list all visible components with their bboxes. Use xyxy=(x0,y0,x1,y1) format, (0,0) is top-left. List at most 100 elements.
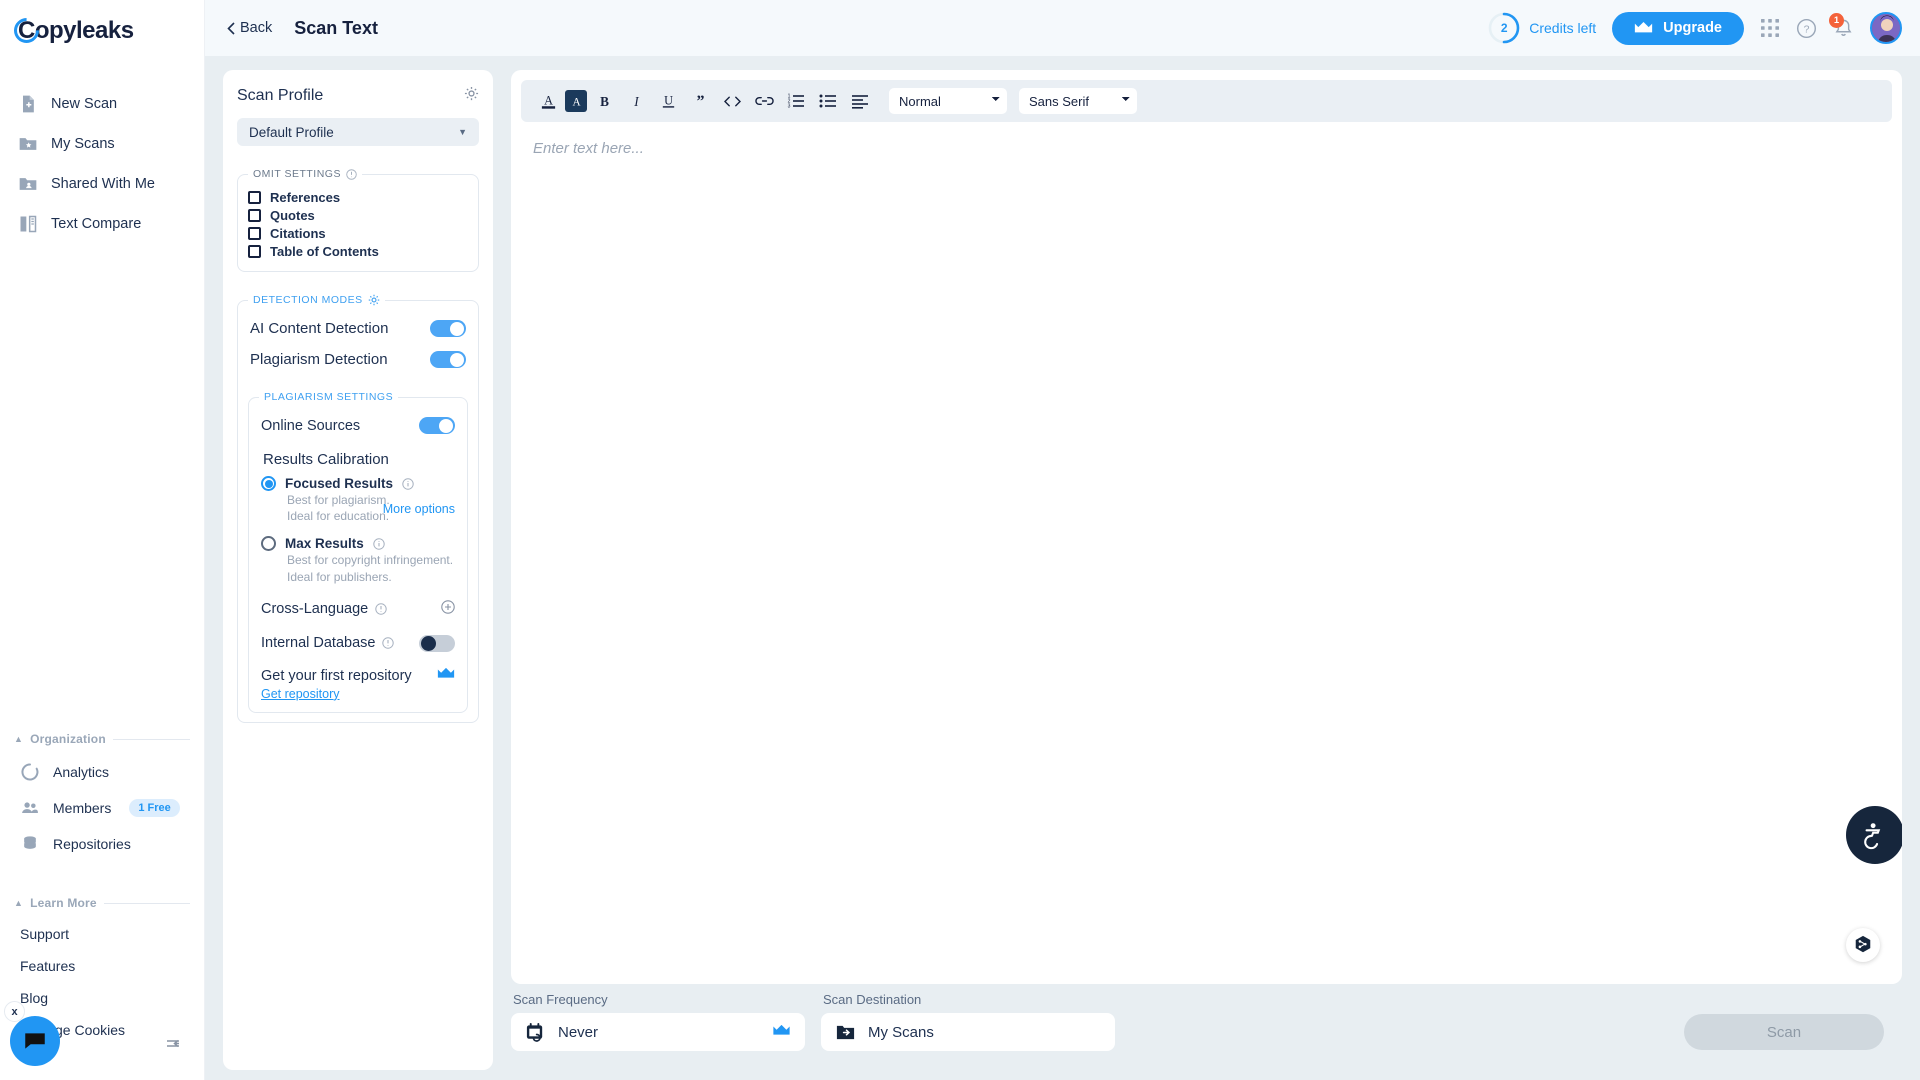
radio-desc-line1: Best for plagiarism. xyxy=(287,493,390,507)
italic-icon: I xyxy=(633,94,639,109)
bottom-bar: Scan Frequency Never Scan Destination My… xyxy=(511,984,1902,1080)
settings-gear-button[interactable] xyxy=(464,86,479,106)
radio-desc-line2: Ideal for publishers. xyxy=(287,569,392,584)
checkbox-icon xyxy=(248,209,261,222)
underline-button[interactable]: U xyxy=(653,88,683,114)
info-icon[interactable] xyxy=(375,603,387,615)
chat-widget-button[interactable] xyxy=(10,1016,60,1066)
sidebar-item-text-compare[interactable]: Text Compare xyxy=(0,204,204,244)
info-icon[interactable] xyxy=(346,168,357,180)
organization-header[interactable]: ▲ Organization xyxy=(0,732,204,746)
plagiarism-detection-toggle[interactable] xyxy=(430,351,466,368)
checkbox-label: Table of Contents xyxy=(270,244,379,259)
radio-max-results[interactable]: Max Results xyxy=(261,536,457,552)
accessibility-icon xyxy=(1864,823,1881,850)
omit-settings-label: OMIT SETTINGS xyxy=(253,168,341,180)
online-sources-label: Online Sources xyxy=(261,417,361,434)
ai-content-detection-label: AI Content Detection xyxy=(250,320,389,337)
text-compare-icon xyxy=(20,215,37,233)
app-root: Copyleaks New Scan My Scans Shared With … xyxy=(0,0,1920,1080)
sidebar-item-label: Analytics xyxy=(53,764,110,780)
bullet-list-button[interactable] xyxy=(813,88,843,114)
upgrade-button[interactable]: Upgrade xyxy=(1612,11,1744,45)
sidebar-item-analytics[interactable]: Analytics xyxy=(0,754,204,790)
radio-focused-results[interactable]: Focused Results xyxy=(261,476,457,491)
learn-more-title: Learn More xyxy=(30,896,97,910)
ai-content-detection-toggle[interactable] xyxy=(430,320,466,337)
collapse-sidebar-button[interactable] xyxy=(166,1037,186,1058)
sidebar-item-features[interactable]: Features xyxy=(0,950,204,982)
omit-checkbox-citations[interactable]: Citations xyxy=(248,226,468,241)
blockquote-icon: ” xyxy=(696,94,704,109)
scan-button[interactable]: Scan xyxy=(1684,1014,1884,1050)
content-area: Scan Profile Default Profile ▼ OMIT SETT… xyxy=(205,56,1920,1080)
ai-content-detection-row: AI Content Detection xyxy=(248,313,468,344)
page-title: Scan Text xyxy=(294,17,378,38)
credits-indicator[interactable]: 2 Credits left xyxy=(1488,12,1596,44)
logo[interactable]: Copyleaks xyxy=(0,0,204,56)
sidebar-item-shared-with-me[interactable]: Shared With Me xyxy=(0,164,204,204)
sidebar-item-label: Repositories xyxy=(53,836,131,852)
omit-checkbox-quotes[interactable]: Quotes xyxy=(248,208,468,223)
get-repository-link[interactable]: Get repository xyxy=(259,687,340,701)
back-label: Back xyxy=(240,20,273,36)
help-button[interactable]: ? xyxy=(1796,18,1817,39)
sidebar-item-blog[interactable]: Blog xyxy=(0,982,204,1014)
repository-crown-icon xyxy=(437,667,455,685)
text-color-button[interactable]: A xyxy=(533,88,563,114)
scan-profile-title: Scan Profile xyxy=(237,87,324,104)
text-editor-input[interactable]: Enter text here... xyxy=(511,122,1902,984)
omit-checkbox-references[interactable]: References xyxy=(248,190,468,205)
share-feedback-button[interactable] xyxy=(1846,928,1880,962)
notifications-button[interactable]: 1 xyxy=(1829,12,1854,39)
link-icon xyxy=(754,96,774,106)
online-sources-toggle[interactable] xyxy=(419,417,455,434)
heading-select[interactable]: Normal xyxy=(889,88,1007,114)
info-icon[interactable] xyxy=(373,538,385,550)
detection-gear-icon[interactable] xyxy=(368,294,380,306)
add-cross-language-button[interactable] xyxy=(441,600,455,619)
avatar[interactable] xyxy=(1870,12,1902,44)
bold-button[interactable]: B xyxy=(589,88,619,114)
sidebar-item-new-scan[interactable]: New Scan xyxy=(0,84,204,124)
chat-close-button[interactable]: x xyxy=(4,1001,25,1022)
bold-icon: B xyxy=(600,94,609,109)
profile-select[interactable]: Default Profile ▼ xyxy=(237,118,479,146)
results-calibration-title: Results Calibration xyxy=(263,451,389,468)
sidebar-item-label: New Scan xyxy=(51,96,118,112)
apps-grid-button[interactable] xyxy=(1760,18,1780,38)
sidebar-item-my-scans[interactable]: My Scans xyxy=(0,124,204,164)
primary-nav: New Scan My Scans Shared With Me Text Co… xyxy=(0,84,204,244)
info-icon[interactable] xyxy=(382,637,395,649)
shared-with-me-icon xyxy=(19,178,37,190)
align-button[interactable] xyxy=(845,88,875,114)
plagiarism-detection-label: Plagiarism Detection xyxy=(250,351,388,368)
repository-title: Get your first repository xyxy=(261,667,412,684)
underline-icon: U xyxy=(662,93,674,108)
omit-settings-group: OMIT SETTINGS References Quotes Citation… xyxy=(237,168,479,272)
info-icon[interactable] xyxy=(402,477,414,490)
internal-database-toggle[interactable] xyxy=(419,634,455,652)
ordered-list-button[interactable]: 123 xyxy=(781,88,811,114)
highlight-color-button[interactable]: A xyxy=(565,90,587,112)
svg-text:B: B xyxy=(600,94,609,109)
scan-destination-label: Scan Destination xyxy=(823,992,922,1007)
sidebar-item-support[interactable]: Support xyxy=(0,918,204,950)
italic-button[interactable]: I xyxy=(621,88,651,114)
learn-more-header[interactable]: ▲ Learn More xyxy=(0,896,204,910)
blockquote-button[interactable]: ” xyxy=(685,88,715,114)
omit-checkbox-table-of-contents[interactable]: Table of Contents xyxy=(248,244,468,259)
scan-frequency-select[interactable]: Never xyxy=(511,1013,805,1051)
scan-destination-select[interactable]: My Scans xyxy=(821,1013,1115,1051)
accessibility-button[interactable] xyxy=(1846,806,1902,864)
link-button[interactable] xyxy=(749,88,779,114)
back-button[interactable]: Back xyxy=(227,20,272,36)
sidebar-item-repositories[interactable]: Repositories xyxy=(0,826,204,862)
font-family-select[interactable]: Sans Serif xyxy=(1019,88,1137,114)
more-options-link[interactable]: More options xyxy=(383,502,455,516)
code-block-button[interactable] xyxy=(717,88,747,114)
omit-settings-legend: OMIT SETTINGS xyxy=(248,168,362,180)
sidebar-item-members[interactable]: Members 1 Free xyxy=(0,790,204,826)
credits-ring: 2 xyxy=(1488,12,1520,44)
calendar-refresh-icon xyxy=(526,1022,543,1042)
